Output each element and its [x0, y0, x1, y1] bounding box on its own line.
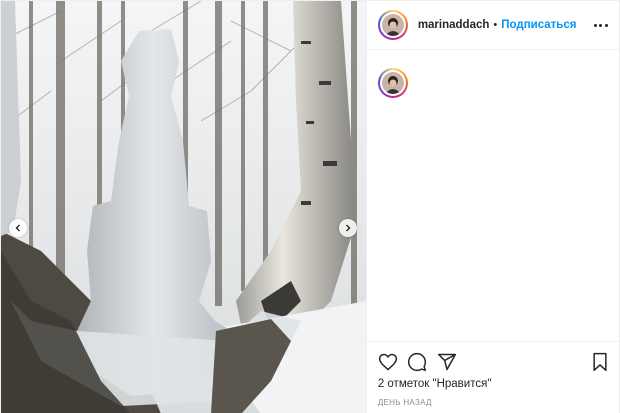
avatar[interactable]: [377, 10, 408, 40]
username-link[interactable]: marinaddach: [418, 19, 490, 31]
post-photo[interactable]: [1, 1, 366, 413]
separator-dot: •: [493, 19, 498, 31]
bookmark-icon[interactable]: [590, 352, 610, 372]
next-photo-button[interactable]: [339, 219, 357, 237]
follow-button[interactable]: Подписаться: [501, 19, 576, 31]
more-options-icon[interactable]: [593, 19, 608, 31]
likes-count[interactable]: 2 отметок "Нравится": [378, 378, 492, 390]
post-sidebar: marinaddach • Подписаться 2 отметок "Нра…: [365, 1, 620, 413]
action-icons: [378, 352, 610, 372]
comment-icon[interactable]: [407, 352, 427, 372]
chevron-left-icon: [15, 224, 20, 232]
chevron-right-icon: [346, 224, 351, 232]
previous-photo-button[interactable]: [9, 219, 27, 237]
paper-plane-icon[interactable]: [437, 352, 457, 372]
avatar-photo: [381, 14, 404, 36]
instagram-post: marinaddach • Подписаться 2 отметок "Нра…: [0, 0, 620, 413]
post-actions: 2 отметок "Нравится" День назад: [366, 341, 620, 413]
post-header: marinaddach • Подписаться: [366, 1, 620, 50]
post-timestamp[interactable]: День назад: [378, 398, 432, 407]
caption-avatar[interactable]: [377, 68, 408, 98]
heart-icon[interactable]: [378, 352, 398, 372]
snow-sculpture-photo: [1, 1, 366, 413]
